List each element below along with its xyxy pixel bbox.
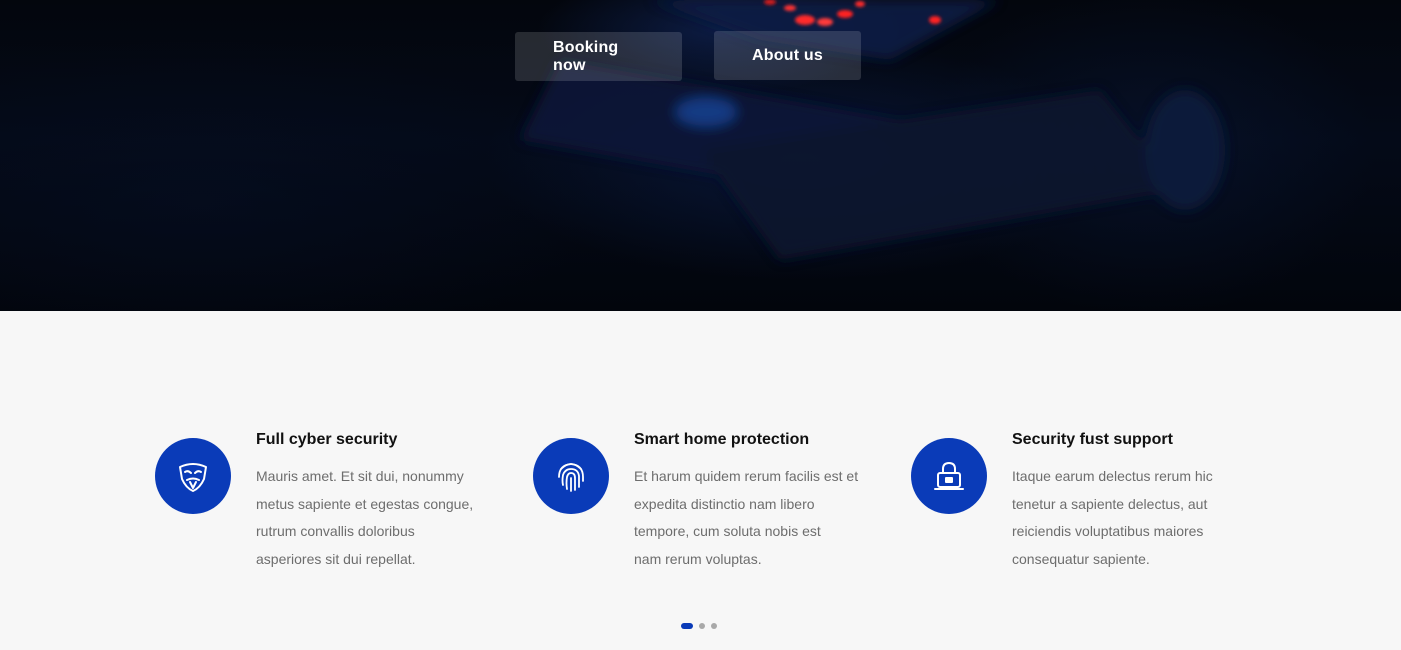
- feature-title: Smart home protection: [634, 431, 810, 448]
- feature-text-line: asperiores sit dui repellat.: [256, 550, 416, 567]
- feature-text-line: reiciendis voluptatibus maiores: [1012, 523, 1204, 539]
- booking-now-button[interactable]: Booking now: [515, 32, 682, 81]
- hero-banner: Booking now About us: [0, 0, 1401, 311]
- feature-text-line: metus sapiente et egestas congue,: [256, 495, 474, 512]
- feature-card-support: Security fust support Itaque earum delec…: [911, 427, 1242, 573]
- feature-description: Mauris amet. Et sit dui, nonummy metus s…: [256, 463, 486, 573]
- mask-icon: [155, 438, 231, 514]
- fingerprint-icon: [533, 438, 609, 514]
- feature-card-smart-home: Smart home protection Et harum quidem re…: [533, 427, 864, 573]
- feature-title: Full cyber security: [256, 431, 398, 448]
- feature-card-cyber-security: Full cyber security Mauris amet. Et sit …: [155, 427, 486, 573]
- features-section: Full cyber security Mauris amet. Et sit …: [0, 311, 1401, 650]
- carousel-pagination: [681, 623, 717, 629]
- feature-text-line: tempore, cum soluta nobis est: [634, 523, 821, 539]
- pagination-dot-active[interactable]: [681, 623, 693, 629]
- feature-text-line: tenetur a sapiente delectus, aut: [1012, 495, 1208, 512]
- feature-content: Smart home protection Et harum quidem re…: [634, 427, 864, 573]
- feature-text-line: Et harum quidem rerum facilis est et: [634, 468, 859, 484]
- feature-text-line: nam rerum voluptas.: [634, 550, 762, 567]
- feature-description: Itaque earum delectus rerum hic tenetur …: [1012, 463, 1242, 573]
- feature-text-line: Itaque earum delectus rerum hic: [1012, 468, 1213, 484]
- feature-title: Security fust support: [1012, 431, 1173, 448]
- feature-description: Et harum quidem rerum facilis est et exp…: [634, 463, 864, 573]
- pagination-dot[interactable]: [711, 623, 717, 629]
- hero-button-group: Booking now About us: [515, 31, 861, 81]
- feature-text-line: consequatur sapiente.: [1012, 550, 1150, 567]
- feature-content: Security fust support Itaque earum delec…: [1012, 427, 1242, 573]
- feature-text-line: expedita distinctio nam libero: [634, 495, 815, 512]
- feature-text-line: rutrum convallis doloribus: [256, 523, 415, 539]
- pagination-dot[interactable]: [699, 623, 705, 629]
- feature-text-line: Mauris amet. Et sit dui, nonummy: [256, 468, 464, 484]
- lock-laptop-icon: [911, 438, 987, 514]
- about-us-button[interactable]: About us: [714, 31, 861, 80]
- feature-content: Full cyber security Mauris amet. Et sit …: [256, 427, 486, 573]
